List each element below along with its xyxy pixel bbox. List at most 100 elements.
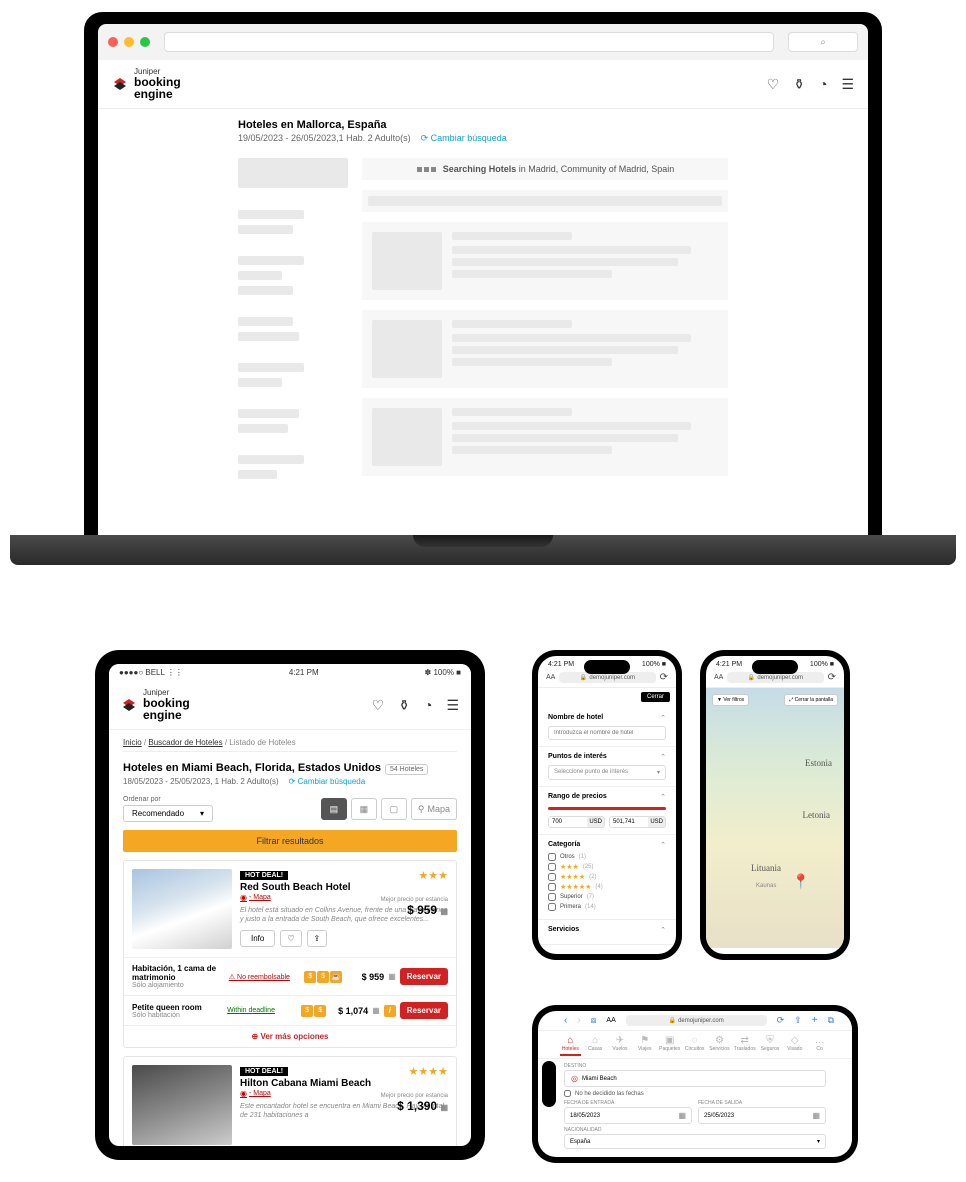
- new-tab-icon[interactable]: +: [812, 1015, 818, 1026]
- tab-traslados[interactable]: ⇄Traslados: [734, 1033, 756, 1056]
- category-checkbox[interactable]: [548, 873, 556, 881]
- category-option[interactable]: Primera(14): [548, 903, 666, 911]
- crumb-link[interactable]: Buscador de Hoteles: [148, 738, 222, 747]
- category-checkbox[interactable]: [548, 903, 556, 911]
- price-to-input[interactable]: 501,741USD: [609, 816, 666, 828]
- tab-servicios[interactable]: ⚙Servicios: [709, 1033, 730, 1056]
- traffic-light-max[interactable]: [140, 37, 150, 47]
- hotel-name-input[interactable]: [548, 726, 666, 740]
- map-canvas[interactable]: ▼ Ver filtros ⤢ Cerrar la pantalla Eston…: [706, 688, 844, 948]
- tab-paquetes[interactable]: ▣Paquetes: [659, 1033, 680, 1056]
- menu-icon[interactable]: ☰: [841, 76, 854, 93]
- url-bar[interactable]: 🔒 demojuniper.com: [727, 672, 823, 683]
- tab-co[interactable]: …Co: [809, 1033, 830, 1056]
- tab-visado[interactable]: ◇Visado: [784, 1033, 805, 1056]
- url-bar[interactable]: 🔒 demojuniper.com: [559, 672, 655, 683]
- user-icon[interactable]: ◔: [424, 697, 432, 714]
- refresh-icon[interactable]: ⟳: [660, 672, 668, 683]
- tab-casas[interactable]: ⌂Casas: [585, 1033, 606, 1056]
- close-button[interactable]: Cerrar: [641, 692, 670, 702]
- tab-viajes[interactable]: ⚑Viajes: [634, 1033, 655, 1056]
- category-option[interactable]: ★★★★(2): [548, 873, 666, 881]
- text-size-button[interactable]: AA: [606, 1017, 615, 1024]
- text-size-button[interactable]: AA: [714, 674, 723, 681]
- basket-icon[interactable]: ⚱: [398, 697, 410, 714]
- category-option[interactable]: Superior(7): [548, 893, 666, 901]
- poi-select[interactable]: Seleccione punto de interés▾: [548, 765, 666, 780]
- tabs-icon[interactable]: ⧉: [828, 1015, 834, 1026]
- sidebar-icon[interactable]: ⧈: [591, 1015, 597, 1026]
- reserve-button[interactable]: Reservar: [400, 968, 448, 985]
- hotel-image[interactable]: [132, 869, 232, 949]
- view-photo-button[interactable]: ▢: [381, 798, 407, 820]
- view-filters-button[interactable]: ▼ Ver filtros: [712, 694, 749, 706]
- view-list-button[interactable]: ▤: [321, 798, 347, 820]
- checkout-input[interactable]: 25/05/2023▦: [698, 1107, 826, 1124]
- search-summary: 18/05/2023 - 25/05/2023, 1 Hab. 2 Adulto…: [123, 777, 457, 786]
- hotel-image[interactable]: [132, 1065, 232, 1145]
- address-bar[interactable]: [164, 32, 774, 52]
- category-checkbox[interactable]: [548, 883, 556, 891]
- category-option[interactable]: Otros(1): [548, 853, 666, 861]
- traffic-light-min[interactable]: [124, 37, 134, 47]
- refresh-icon[interactable]: ⟳: [777, 1015, 785, 1026]
- close-fullscreen-button[interactable]: ⤢ Cerrar la pantalla: [784, 694, 838, 706]
- nationality-label: NACIONALIDAD: [564, 1127, 826, 1133]
- category-option[interactable]: ★★★(25): [548, 863, 666, 871]
- search-pill[interactable]: ⌕: [788, 32, 858, 52]
- room-row: Petite queen roomSólo habitación Within …: [124, 995, 456, 1025]
- calendar-icon[interactable]: ▦: [388, 972, 396, 981]
- category-checkbox[interactable]: [548, 893, 556, 901]
- tab-seguros[interactable]: ⛨Seguros: [760, 1033, 781, 1056]
- sort-select[interactable]: Recomendado▾: [123, 805, 213, 822]
- text-size-button[interactable]: AA: [546, 674, 555, 681]
- traffic-light-close[interactable]: [108, 37, 118, 47]
- change-search-link[interactable]: ⟳ Cambiar búsqueda: [289, 777, 366, 786]
- share-button[interactable]: ⇪: [307, 930, 328, 947]
- calendar-icon[interactable]: ▦: [372, 1006, 380, 1015]
- price-slider[interactable]: [548, 807, 666, 810]
- chevron-up-icon[interactable]: ⌃: [660, 753, 666, 761]
- map-pin-icon[interactable]: 📍: [792, 873, 809, 890]
- destination-input[interactable]: ◎Miami Beach: [564, 1070, 826, 1087]
- heart-icon[interactable]: ♡: [767, 76, 780, 93]
- checkin-input[interactable]: 18/05/2023▦: [564, 1107, 692, 1124]
- hotel-name[interactable]: Red South Beach Hotel: [240, 882, 448, 893]
- hotel-name[interactable]: Hilton Cabana Miami Beach: [240, 1078, 448, 1089]
- chevron-up-icon[interactable]: ⌃: [660, 841, 666, 849]
- tab-hoteles[interactable]: ⌂Hoteles: [560, 1033, 581, 1056]
- info-button[interactable]: Info: [240, 930, 275, 947]
- change-search-link[interactable]: ⟳ Cambiar búsqueda: [421, 133, 507, 143]
- menu-icon[interactable]: ☰: [446, 697, 459, 714]
- category-checkbox[interactable]: [548, 853, 556, 861]
- fav-button[interactable]: ♡: [280, 930, 301, 947]
- chevron-up-icon[interactable]: ⌃: [660, 793, 666, 801]
- reserve-button[interactable]: Reservar: [400, 1002, 448, 1019]
- view-grid-button[interactable]: ▦: [351, 798, 377, 820]
- view-map-button[interactable]: ⚲Mapa: [411, 798, 457, 820]
- tab-circuitos[interactable]: ◌Circuitos: [684, 1033, 705, 1056]
- filter-results-button[interactable]: Filtrar resultados: [123, 830, 457, 852]
- heart-icon[interactable]: ♡: [372, 697, 385, 714]
- more-options-link[interactable]: Ver más opciones: [124, 1025, 456, 1047]
- basket-icon[interactable]: ⚱: [793, 76, 805, 93]
- chevron-up-icon[interactable]: ⌃: [660, 926, 666, 934]
- url-bar[interactable]: 🔒 demojuniper.com: [626, 1015, 767, 1026]
- tab-vuelos[interactable]: ✈Vuelos: [610, 1033, 631, 1056]
- logo[interactable]: Juniperbookingengine: [112, 68, 181, 100]
- chevron-up-icon[interactable]: ⌃: [660, 714, 666, 722]
- info-icon[interactable]: i: [384, 1005, 396, 1017]
- category-option[interactable]: ★★★★★(4): [548, 883, 666, 891]
- no-dates-checkbox[interactable]: [564, 1090, 571, 1097]
- refresh-icon[interactable]: ⟳: [828, 672, 836, 683]
- price-from-input[interactable]: 700USD: [548, 816, 605, 828]
- back-icon[interactable]: ‹: [564, 1015, 567, 1026]
- category-checkbox[interactable]: [548, 863, 556, 871]
- nationality-select[interactable]: España▾: [564, 1134, 826, 1149]
- user-icon[interactable]: ◔: [819, 76, 827, 93]
- policy-link[interactable]: Within deadline: [227, 1007, 297, 1014]
- policy-link[interactable]: ⚠ No reembolsable: [229, 973, 300, 981]
- logo[interactable]: Juniperbookingengine: [121, 689, 190, 721]
- crumb-link[interactable]: Inicio: [123, 738, 142, 747]
- share-icon[interactable]: ⇪: [794, 1015, 802, 1026]
